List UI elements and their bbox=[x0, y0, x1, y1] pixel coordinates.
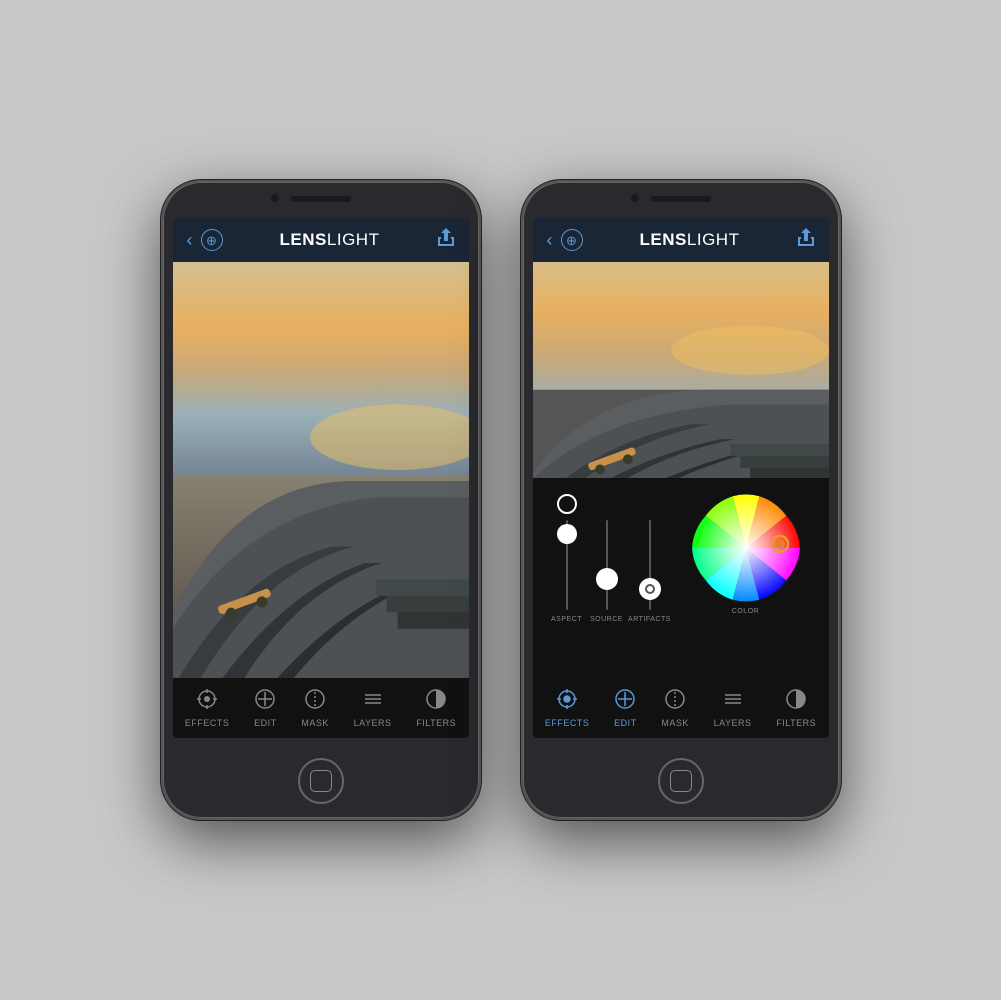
app-title-right: LENSLIGHT bbox=[640, 230, 740, 250]
edit-label-left: EDIT bbox=[254, 718, 277, 728]
pan-arrow-right: → bbox=[807, 362, 821, 378]
color-wheel[interactable] bbox=[692, 494, 800, 602]
speaker-left bbox=[291, 196, 351, 202]
nav-left-controls-right: ‹ ⊕ bbox=[547, 229, 583, 251]
edit-icon-right bbox=[614, 688, 636, 716]
color-wheel-label: COLOR bbox=[732, 608, 759, 615]
photo-area-right: → bbox=[533, 262, 829, 478]
toolbar-filters-right[interactable]: FILTERS bbox=[776, 688, 816, 728]
home-button-right[interactable] bbox=[658, 758, 704, 804]
front-camera-right bbox=[631, 194, 639, 202]
photo-area-left bbox=[173, 262, 469, 678]
effects-icon-left bbox=[196, 688, 218, 716]
toolbar-right: EFFECTS EDIT bbox=[533, 678, 829, 738]
mask-label-right: MASK bbox=[661, 718, 689, 728]
aspect-circle[interactable] bbox=[557, 494, 577, 514]
source-label: SOURCE bbox=[590, 616, 623, 623]
phone-right: ‹ ⊕ LENSLIGHT bbox=[521, 180, 841, 820]
toolbar-edit-left[interactable]: EDIT bbox=[254, 688, 277, 728]
app-title-left: LENSLIGHT bbox=[280, 230, 380, 250]
nav-left-controls: ‹ ⊕ bbox=[187, 229, 223, 251]
toolbar-mask-left[interactable]: MASK bbox=[301, 688, 329, 728]
artifacts-label: ARTIFACTS bbox=[628, 616, 671, 623]
mask-icon-left bbox=[304, 688, 326, 716]
front-camera-left bbox=[271, 194, 279, 202]
artifacts-thumb[interactable] bbox=[639, 578, 661, 600]
screen-left: ‹ ⊕ LENSLIGHT bbox=[173, 218, 469, 738]
toolbar-left: EFFECTS EDIT bbox=[173, 678, 469, 738]
toolbar-effects-right[interactable]: EFFECTS bbox=[545, 688, 590, 728]
aspect-label: ASPECT bbox=[551, 616, 582, 623]
filters-label-right: FILTERS bbox=[776, 718, 816, 728]
screen-right: ‹ ⊕ LENSLIGHT bbox=[533, 218, 829, 738]
nav-bar-right: ‹ ⊕ LENSLIGHT bbox=[533, 218, 829, 262]
edit-icon-left bbox=[254, 688, 276, 716]
effects-label-right: EFFECTS bbox=[545, 718, 590, 728]
share-button-left[interactable] bbox=[437, 228, 455, 253]
nav-bar-left: ‹ ⊕ LENSLIGHT bbox=[173, 218, 469, 262]
phone-left: ‹ ⊕ LENSLIGHT bbox=[161, 180, 481, 820]
toolbar-layers-left[interactable]: LAYERS bbox=[354, 688, 392, 728]
layers-label-left: LAYERS bbox=[354, 718, 392, 728]
aspect-track[interactable] bbox=[566, 520, 568, 610]
zoom-button-left[interactable]: ⊕ bbox=[201, 229, 223, 251]
toolbar-layers-right[interactable]: LAYERS bbox=[714, 688, 752, 728]
effects-icon-right bbox=[556, 688, 578, 716]
toolbar-edit-right[interactable]: EDIT bbox=[614, 688, 637, 728]
back-button-left[interactable]: ‹ bbox=[187, 231, 193, 249]
zoom-button-right[interactable]: ⊕ bbox=[561, 229, 583, 251]
layers-icon-right bbox=[722, 688, 744, 716]
controls-panel-right: ASPECT SOURCE bbox=[533, 478, 829, 678]
photo-canvas-left bbox=[173, 262, 469, 678]
speaker-right bbox=[651, 196, 711, 202]
filters-icon-left bbox=[425, 688, 447, 716]
artifacts-track[interactable] bbox=[649, 520, 651, 610]
color-wheel-group: COLOR bbox=[673, 486, 819, 615]
edit-label-right: EDIT bbox=[614, 718, 637, 728]
layers-icon-left bbox=[362, 688, 384, 716]
photo-canvas-right: → bbox=[533, 262, 829, 478]
mask-icon-right bbox=[664, 688, 686, 716]
controls-row-right: ASPECT SOURCE bbox=[533, 478, 829, 678]
source-thumb[interactable] bbox=[596, 568, 618, 590]
aspect-thumb[interactable] bbox=[557, 524, 577, 544]
sliders-area: ASPECT SOURCE bbox=[543, 486, 673, 623]
mask-label-left: MASK bbox=[301, 718, 329, 728]
source-slider-group: SOURCE bbox=[587, 494, 627, 623]
artifacts-slider-group: ARTIFACTS bbox=[627, 494, 673, 623]
share-button-right[interactable] bbox=[797, 228, 815, 253]
effects-label-left: EFFECTS bbox=[185, 718, 230, 728]
source-track[interactable] bbox=[606, 520, 608, 610]
aspect-slider-group: ASPECT bbox=[547, 494, 587, 623]
toolbar-filters-left[interactable]: FILTERS bbox=[416, 688, 456, 728]
filters-icon-right bbox=[785, 688, 807, 716]
back-button-right[interactable]: ‹ bbox=[547, 231, 553, 249]
toolbar-effects-left[interactable]: EFFECTS bbox=[185, 688, 230, 728]
filters-label-left: FILTERS bbox=[416, 718, 456, 728]
home-button-left[interactable] bbox=[298, 758, 344, 804]
toolbar-mask-right[interactable]: MASK bbox=[661, 688, 689, 728]
layers-label-right: LAYERS bbox=[714, 718, 752, 728]
